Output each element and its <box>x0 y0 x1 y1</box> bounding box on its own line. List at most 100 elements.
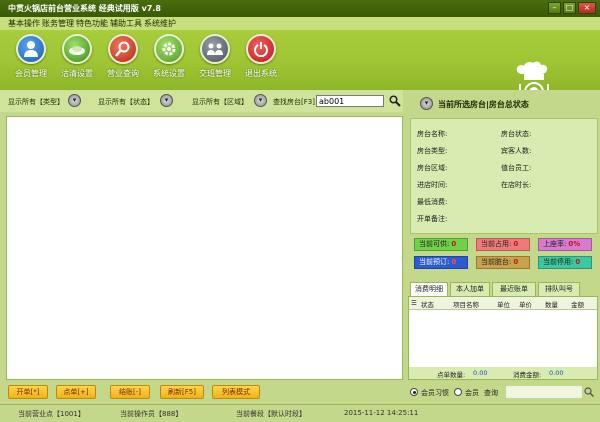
member-query-input[interactable] <box>506 386 582 398</box>
list-mode-button[interactable]: 列表模式 <box>212 385 260 399</box>
order-count-label: 点单数量: <box>437 371 466 379</box>
chevron-down-icon: ▾ <box>424 99 429 107</box>
shift-management-button[interactable]: 交班管理 <box>192 34 238 86</box>
system-settings-label: 系统设置 <box>153 69 185 78</box>
available-status[interactable]: 当前可供: 0 <box>414 238 468 251</box>
consumption-table[interactable]: ☰ 状态 项目名称 单位 单价 数量 金额 点单数量: 0.00 消费金额: 0… <box>408 296 598 380</box>
member-options: 会员习惯 会员 查询 <box>408 386 598 400</box>
menu-basic-ops[interactable]: 基本操作 <box>8 18 40 29</box>
occupied-status[interactable]: 当前占用: 0 <box>476 238 530 251</box>
refresh-button[interactable]: 刷新[F5] <box>160 385 204 399</box>
member-label: 会员 <box>465 389 479 397</box>
table-header: ☰ 状态 项目名称 单位 单价 数量 金额 <box>409 297 597 310</box>
dirty-label: 当前脏台: <box>481 258 512 266</box>
area-filter-label: 显示所有【区域】 <box>192 98 248 106</box>
search-icon <box>108 34 138 64</box>
status-summary: 当前可供: 0 当前占用: 0 上座率: 0% 当前预订: 0 当前脏台: 0 当前停用:… <box>410 236 598 276</box>
close-button[interactable]: × <box>578 2 596 14</box>
sold-out-settings-button[interactable]: 沽清设置 <box>54 34 100 86</box>
type-filter-dropdown[interactable]: ▾ <box>68 94 81 107</box>
column-unit[interactable]: 单位 <box>497 299 510 309</box>
member-icon <box>16 34 46 64</box>
consumption-amount-value: 0.00 <box>549 369 564 377</box>
detail-tabs: 消费明细 本人加单 最近账单 排队叫号 <box>408 282 598 296</box>
panel-toggle-dropdown[interactable]: ▾ <box>420 97 433 110</box>
status-filter-dropdown[interactable]: ▾ <box>160 94 173 107</box>
checkout-button[interactable]: 结账[-] <box>110 385 150 399</box>
business-query-label: 营业查询 <box>107 69 139 78</box>
checkin-time-label: 进店时间: <box>417 181 448 189</box>
operator-status: 当前操作员【888】 <box>120 410 183 418</box>
dish-icon <box>62 34 92 64</box>
add-order-button[interactable]: 点单[+] <box>56 385 96 399</box>
exit-system-label: 退出系统 <box>245 69 277 78</box>
search-room-input[interactable] <box>316 95 384 107</box>
occupied-count: 0 <box>513 240 519 248</box>
status-bar: 当前营业点【1001】 当前操作员【888】 当前餐段【默认时段】 2015-1… <box>0 404 600 422</box>
order-count-value: 0.00 <box>473 369 488 377</box>
column-status[interactable]: 状态 <box>421 299 434 309</box>
consumption-amount-value-wrap: 0.00 <box>549 369 563 377</box>
tab-my-additions[interactable]: 本人加单 <box>450 282 490 296</box>
room-type-label: 房台类型: <box>417 147 448 155</box>
area-filter-dropdown[interactable]: ▾ <box>254 94 267 107</box>
status-filter-label: 显示所有【状态】 <box>98 98 154 106</box>
open-order-button[interactable]: 开单[*] <box>8 385 48 399</box>
search-icon[interactable] <box>389 95 401 107</box>
occupancy-rate-label: 上座率: <box>543 240 567 248</box>
dirty-status[interactable]: 当前脏台: 0 <box>476 256 530 269</box>
reserved-status[interactable]: 当前预订: 0 <box>414 256 468 269</box>
attendant-label: 值台员工: <box>501 164 532 172</box>
room-info-box: 房台名称: 房台类型: 房台区域: 进店时间: 最低消费: 开单备注: 房台状态… <box>410 118 598 234</box>
menu-features[interactable]: 特色功能 <box>76 18 108 29</box>
member-habit-label: 会员习惯 <box>421 389 449 397</box>
column-amount[interactable]: 金额 <box>571 299 584 309</box>
column-menu-icon[interactable]: ☰ <box>411 299 417 307</box>
query-label: 查询 <box>484 389 498 397</box>
business-point-status: 当前营业点【1001】 <box>18 410 85 418</box>
reserved-count: 0 <box>451 258 457 266</box>
member-management-label: 会员管理 <box>15 69 47 78</box>
menu-bar: 基本操作 账务管理 特色功能 辅助工具 系统维护 <box>0 17 600 30</box>
column-price[interactable]: 单价 <box>519 299 532 309</box>
stay-duration-label: 在店时长: <box>501 181 532 189</box>
shift-icon <box>200 34 230 64</box>
tab-queue-call[interactable]: 排队叫号 <box>538 282 580 296</box>
filter-bar: 显示所有【类型】 ▾ 显示所有【状态】 ▾ 显示所有【区域】 ▾ 查找房台[F3… <box>0 90 403 112</box>
system-settings-button[interactable]: 系统设置 <box>146 34 192 86</box>
chevron-down-icon: ▾ <box>72 96 77 104</box>
available-label: 当前可供: <box>419 240 450 248</box>
gear-icon <box>154 34 184 64</box>
chevron-down-icon: ▾ <box>164 96 169 104</box>
business-query-button[interactable]: 营业查询 <box>100 34 146 86</box>
menu-maintenance[interactable]: 系统维护 <box>144 18 176 29</box>
tab-consumption-detail[interactable]: 消费明细 <box>410 282 448 296</box>
column-quantity[interactable]: 数量 <box>545 299 558 309</box>
search-room-label: 查找房台[F3] <box>273 98 315 106</box>
minimize-button[interactable]: – <box>548 2 561 14</box>
exit-system-button[interactable]: 退出系统 <box>238 34 284 86</box>
column-item-name[interactable]: 项目名称 <box>453 299 479 309</box>
maximize-button[interactable]: □ <box>563 2 576 14</box>
member-management-button[interactable]: 会员管理 <box>8 34 54 86</box>
toolbar: 会员管理 沽清设置 营业查询 系统设置 交班管理 退出系统 <box>0 30 600 102</box>
disabled-status[interactable]: 当前停用: 0 <box>538 256 592 269</box>
menu-accounts[interactable]: 账务管理 <box>42 18 74 29</box>
power-icon <box>246 34 276 64</box>
disabled-count: 0 <box>575 258 581 266</box>
clock-status: 2015-11-12 14:25:11 <box>344 409 419 417</box>
room-grid[interactable] <box>6 116 403 380</box>
consumption-amount-label: 消费金额: <box>513 371 542 379</box>
occupancy-rate-status[interactable]: 上座率: 0% <box>538 238 592 251</box>
order-note-label: 开单备注: <box>417 215 448 223</box>
panel-title: 当前所选房台|房台总状态 <box>438 100 529 109</box>
search-icon[interactable] <box>584 387 594 397</box>
menu-tools[interactable]: 辅助工具 <box>110 18 142 29</box>
occupancy-rate-value: 0% <box>568 240 581 248</box>
occupied-label: 当前占用: <box>481 240 512 248</box>
panel-header: ▾ 当前所选房台|房台总状态 <box>406 92 600 114</box>
member-habit-radio[interactable] <box>410 388 418 396</box>
tab-recent-bills[interactable]: 最近账单 <box>492 282 536 296</box>
disabled-label: 当前停用: <box>543 258 574 266</box>
member-radio[interactable] <box>454 388 462 396</box>
